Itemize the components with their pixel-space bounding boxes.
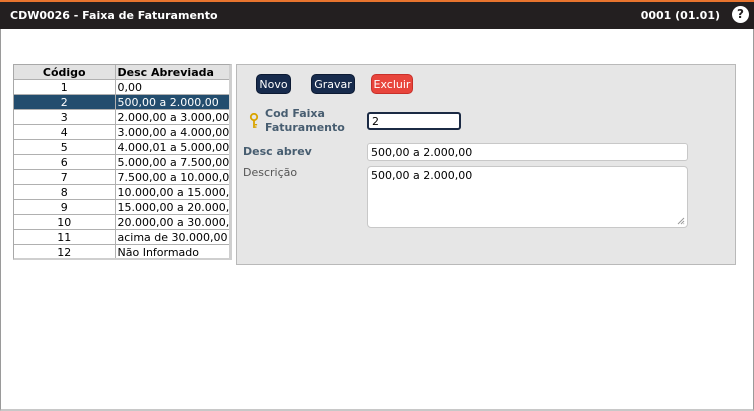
descricao-text: 500,00 a 2.000,00 (371, 169, 473, 182)
desc-abrev-label: Desc abrev (243, 145, 312, 158)
novo-button[interactable]: Novo (256, 74, 291, 94)
cell-desc-abreviada: 4.000,01 a 5.000,00 (115, 139, 229, 155)
table-row[interactable]: 1020.000,00 a 30.000,00 (14, 214, 229, 230)
cell-desc-abreviada: 3.000,00 a 4.000,00 (115, 124, 229, 140)
table-row[interactable]: 915.000,00 a 20.000,00 (14, 199, 229, 215)
gravar-button[interactable]: Gravar (311, 74, 355, 94)
cell-desc-abreviada: 500,00 a 2.000,00 (115, 94, 229, 110)
cell-desc-abreviada: 10.000,00 a 15.000,00 (115, 184, 229, 200)
descricao-textarea[interactable]: 500,00 a 2.000,00 (367, 166, 688, 228)
cell-desc-abreviada: acima de 30.000,00 (115, 229, 229, 245)
desc-abrev-input[interactable] (367, 143, 688, 161)
cell-codigo: 11 (14, 229, 116, 245)
cod-faixa-label: Cod Faixa Faturamento (265, 107, 345, 134)
table-row[interactable]: 12 Não Informado (14, 244, 229, 258)
table-row[interactable]: 11 acima de 30.000,00 (14, 229, 229, 245)
resize-grip-icon[interactable] (677, 217, 685, 225)
cell-codigo: 10 (14, 214, 116, 230)
cell-desc-abreviada: 15.000,00 a 20.000,00 (115, 199, 229, 215)
faixa-grid: Código Desc Abreviada 1 0,00 2 500,00 a 2.0… (13, 64, 232, 260)
cell-codigo: 1 (14, 79, 116, 95)
excluir-button[interactable]: Excluir (371, 74, 413, 94)
table-row[interactable]: 1 0,00 (14, 79, 229, 95)
column-header-desc-abreviada[interactable]: Desc Abreviada (115, 65, 229, 80)
table-header-row: Código Desc Abreviada (14, 65, 229, 80)
table-row[interactable]: 810.000,00 a 15.000,00 (14, 184, 229, 200)
cell-codigo: 8 (14, 184, 116, 200)
cell-desc-abreviada: 7.500,00 a 10.000,00 (115, 169, 229, 185)
cell-desc-abreviada: Não Informado (115, 244, 229, 258)
table-row[interactable]: 2 500,00 a 2.000,00 (14, 94, 229, 110)
key-icon (249, 113, 259, 128)
table-row[interactable]: 7 7.500,00 a 10.000,00 (14, 169, 229, 185)
table-row[interactable]: 5 4.000,01 a 5.000,00 (14, 139, 229, 155)
cell-desc-abreviada: 2.000,00 a 3.000,00 (115, 109, 229, 125)
cell-desc-abreviada: 5.000,00 a 7.500,00 (115, 154, 229, 170)
cell-desc-abreviada: 0,00 (115, 79, 229, 95)
faixa-table: Código Desc Abreviada 1 0,00 2 500,00 a 2.0… (14, 65, 229, 258)
cell-codigo: 7 (14, 169, 116, 185)
cell-codigo: 5 (14, 139, 116, 155)
form-panel: Novo Gravar Excluir Cod Faixa Faturament… (236, 64, 736, 265)
cell-codigo: 12 (14, 244, 116, 258)
descricao-label: Descrição (243, 166, 298, 179)
table-body: 1 0,00 2 500,00 a 2.000,00 3 2.000,00 a 3.000… (14, 79, 229, 258)
cod-faixa-input[interactable] (367, 112, 461, 130)
cell-codigo: 2 (14, 94, 116, 110)
cell-codigo: 3 (14, 109, 116, 125)
cell-codigo: 9 (14, 199, 116, 215)
cell-codigo: 6 (14, 154, 116, 170)
cell-codigo: 4 (14, 124, 116, 140)
title-bar: CDW0026 - Faixa de Faturamento 0001 (01.… (0, 2, 754, 29)
column-header-codigo[interactable]: Código (14, 65, 116, 80)
version-label: 0001 (01.01) (640, 9, 720, 22)
help-icon[interactable]: ? (732, 6, 749, 23)
table-row[interactable]: 6 5.000,00 a 7.500,00 (14, 154, 229, 170)
table-row[interactable]: 3 2.000,00 a 3.000,00 (14, 109, 229, 125)
cell-desc-abreviada: 20.000,00 a 30.000,00 (115, 214, 229, 230)
window-title: CDW0026 - Faixa de Faturamento (10, 9, 218, 22)
table-row[interactable]: 4 3.000,00 a 4.000,00 (14, 124, 229, 140)
